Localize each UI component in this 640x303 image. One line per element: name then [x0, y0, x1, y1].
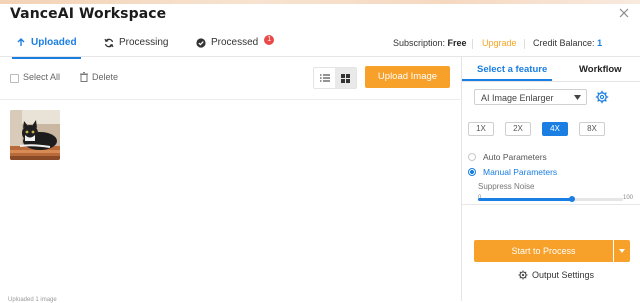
grid-view-button[interactable] [335, 68, 356, 88]
scale-1x-button[interactable]: 1X [468, 122, 494, 136]
subscription-info: Subscription: Free [393, 38, 467, 48]
tab-processed-label: Processed [211, 37, 259, 48]
upgrade-link[interactable]: Upgrade [482, 38, 517, 48]
scale-4x-button[interactable]: 4X [542, 122, 568, 136]
gear-icon [518, 270, 528, 280]
tab-uploaded[interactable]: Uploaded [12, 37, 81, 59]
tab-select-feature[interactable]: Select a feature [477, 64, 547, 75]
subscription-value: Free [447, 38, 467, 48]
select-all-checkbox[interactable] [10, 74, 19, 83]
credit-label: Credit Balance: [533, 38, 595, 48]
suppress-noise-slider[interactable] [478, 196, 623, 202]
upload-icon [17, 37, 25, 46]
feature-select[interactable]: AI Image Enlarger [474, 89, 587, 105]
processed-count-badge: 1 [264, 34, 275, 45]
select-all-label[interactable]: Select All [23, 72, 60, 82]
slider-fill [478, 198, 573, 201]
auto-parameters-option[interactable]: Auto Parameters [468, 152, 547, 162]
manual-parameters-label: Manual Parameters [483, 167, 558, 177]
list-view-button[interactable] [314, 68, 335, 88]
trash-icon[interactable] [80, 72, 88, 82]
panel-tabs: Select a feature Workflow [462, 57, 640, 82]
uploaded-count-text: Uploaded 1 image [8, 297, 57, 303]
tab-processing[interactable]: Processing [104, 37, 168, 48]
list-icon [319, 74, 330, 82]
manual-parameters-radio[interactable] [468, 168, 476, 176]
tab-processing-label: Processing [119, 37, 169, 48]
check-circle-icon [196, 37, 206, 48]
output-settings-link[interactable]: Output Settings [518, 270, 594, 280]
start-options-dropdown[interactable] [614, 240, 630, 262]
subscription-label: Subscription: [393, 38, 446, 48]
header-divider [472, 39, 473, 49]
delete-label[interactable]: Delete [92, 72, 118, 82]
scale-8x-button[interactable]: 8X [579, 122, 605, 136]
auto-parameters-label: Auto Parameters [483, 152, 547, 162]
slider-handle[interactable] [569, 196, 576, 202]
feature-select-value: AI Image Enlarger [481, 93, 554, 103]
output-settings-label: Output Settings [532, 270, 595, 280]
caret-down-icon [619, 249, 625, 253]
feature-panel: Select a feature Workflow AI Image Enlar… [461, 57, 640, 301]
close-icon[interactable] [618, 7, 630, 19]
chevron-down-icon [574, 95, 581, 100]
credit-balance: Credit Balance: 1 [533, 38, 602, 48]
slider-max-label: 100 [623, 195, 634, 201]
tab-bar: Uploaded Processing Processed 1 Subscrip… [0, 30, 640, 59]
start-to-process-button[interactable]: Start to Process [474, 240, 613, 262]
panel-divider [462, 204, 640, 205]
refresh-icon [104, 38, 114, 47]
view-toggle [313, 67, 357, 89]
window-header: VanceAI Workspace [0, 4, 640, 26]
tab-processed[interactable]: Processed 1 [196, 34, 275, 48]
settings-gear-icon[interactable] [595, 90, 609, 104]
credit-value: 1 [597, 38, 603, 48]
cat-photo-image [10, 110, 60, 160]
upload-image-button[interactable]: Upload Image [365, 66, 450, 88]
auto-parameters-radio[interactable] [468, 153, 476, 161]
active-tab-underline [462, 79, 552, 81]
tab-uploaded-label: Uploaded [31, 37, 77, 48]
scale-2x-button[interactable]: 2X [505, 122, 531, 136]
grid-icon [341, 73, 350, 83]
scale-options: 1X 2X 4X 8X [468, 122, 638, 136]
manual-parameters-option[interactable]: Manual Parameters [468, 167, 557, 177]
suppress-noise-label: Suppress Noise [478, 182, 535, 191]
tab-workflow[interactable]: Workflow [579, 64, 622, 75]
header-divider [524, 39, 525, 49]
uploaded-image-thumbnail[interactable] [10, 110, 60, 160]
image-toolbar: Select All Delete Upload Image [0, 57, 460, 100]
app-title: VanceAI Workspace [10, 6, 167, 22]
